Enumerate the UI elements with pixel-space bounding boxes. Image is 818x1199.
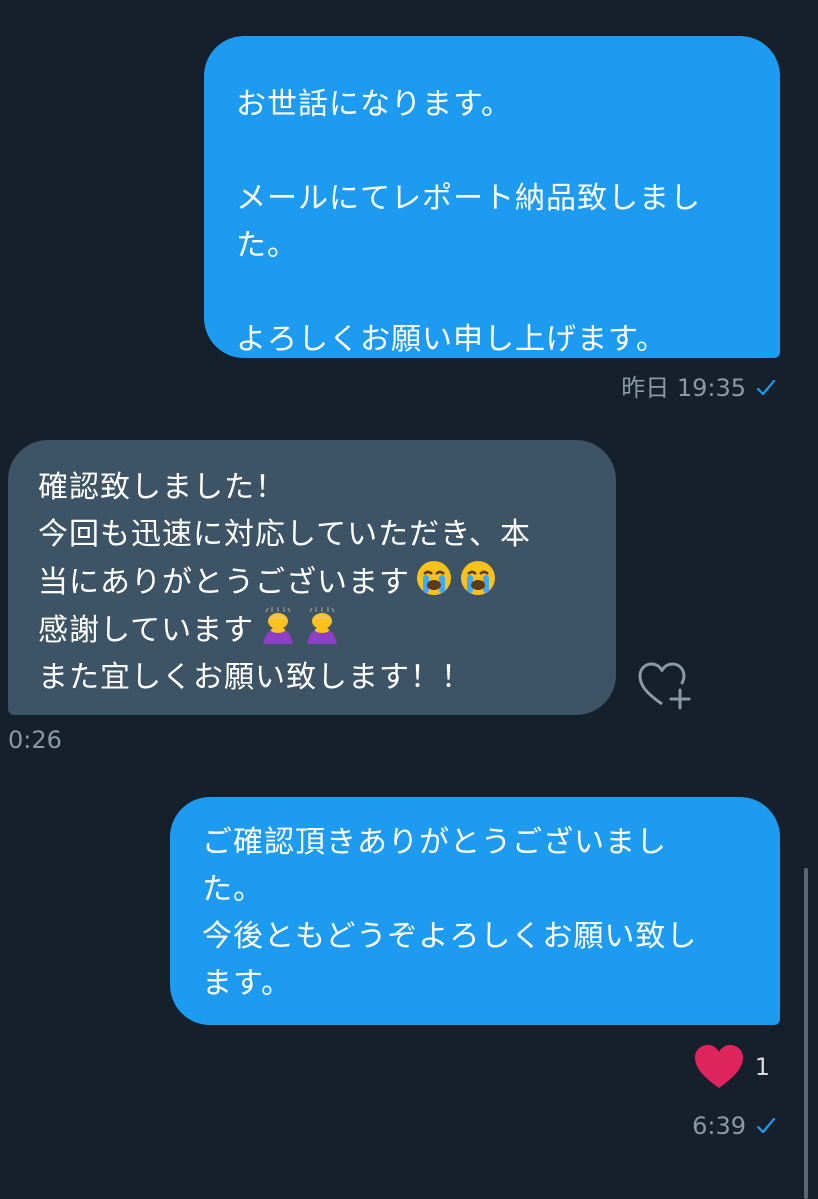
message-line: 確認致しました！ bbox=[38, 470, 286, 505]
message-timestamp: 6:39 bbox=[692, 1112, 746, 1140]
message-timestamp: 0:26 bbox=[8, 726, 62, 754]
message-line: また宜しくお願い致します！！ bbox=[38, 660, 472, 695]
person-bowing-icon bbox=[307, 607, 338, 644]
message-bubble-outgoing[interactable]: ご確認頂きありがとうございまし た。今後ともどうぞよろしくお願い致し ます。 bbox=[170, 797, 780, 1025]
loudly-crying-face-icon bbox=[461, 561, 495, 595]
message-line: ​ bbox=[236, 128, 760, 175]
loudly-crying-face-icon bbox=[417, 561, 451, 595]
message-line: ます。 bbox=[202, 966, 292, 1001]
message-meta: 6:39 bbox=[692, 1112, 776, 1140]
reaction-count: 1 bbox=[754, 1053, 770, 1081]
message-line: お世話になります。 bbox=[236, 87, 512, 122]
heart-plus-icon[interactable] bbox=[636, 660, 692, 712]
message-bubble-incoming[interactable]: 確認致しました！ 今回も迅速に対応していただき、本 当にありがとうございます 感謝して… bbox=[8, 440, 616, 715]
message-line: ​ bbox=[236, 269, 760, 316]
message-line: 今後ともどうぞよろしくお願い致し bbox=[202, 919, 698, 954]
message-timestamp: 昨日 19:35 bbox=[621, 374, 746, 402]
message-line-with-emoji: 当にありがとうございます bbox=[38, 558, 598, 606]
message-line: 今回も迅速に対応していただき、本 bbox=[38, 517, 531, 552]
message-line-with-emoji: 感謝しています bbox=[38, 606, 598, 654]
message-reaction[interactable]: 1 bbox=[693, 1042, 770, 1092]
check-icon bbox=[756, 379, 776, 396]
scrollbar[interactable] bbox=[804, 868, 808, 1199]
red-heart-icon bbox=[694, 1045, 743, 1088]
message-line: た。 bbox=[202, 872, 264, 907]
message-meta: 昨日 19:35 bbox=[621, 368, 776, 403]
message-meta: 0:26 bbox=[8, 726, 62, 754]
message-line-text: 感謝しています bbox=[38, 613, 255, 648]
message-line: た。 bbox=[236, 228, 298, 263]
message-bubble-outgoing[interactable]: お世話になります。 ​ メールにてレポート納品致しました。 ​ よろしくお願い申し上げま… bbox=[204, 36, 780, 358]
message-line: ご確認頂きありがとうございまし bbox=[202, 825, 667, 860]
check-icon bbox=[756, 1117, 776, 1134]
message-line: よろしくお願い申し上げます。 bbox=[236, 322, 667, 357]
message-line-text: 当にありがとうございます bbox=[38, 565, 410, 600]
person-bowing-icon bbox=[263, 607, 294, 644]
message-line: メールにてレポート納品致しまし bbox=[236, 181, 701, 216]
dm-conversation: お世話になります。​メールにてレポート納品致しました。​よろしくお願い申し上げま… bbox=[0, 0, 818, 1199]
